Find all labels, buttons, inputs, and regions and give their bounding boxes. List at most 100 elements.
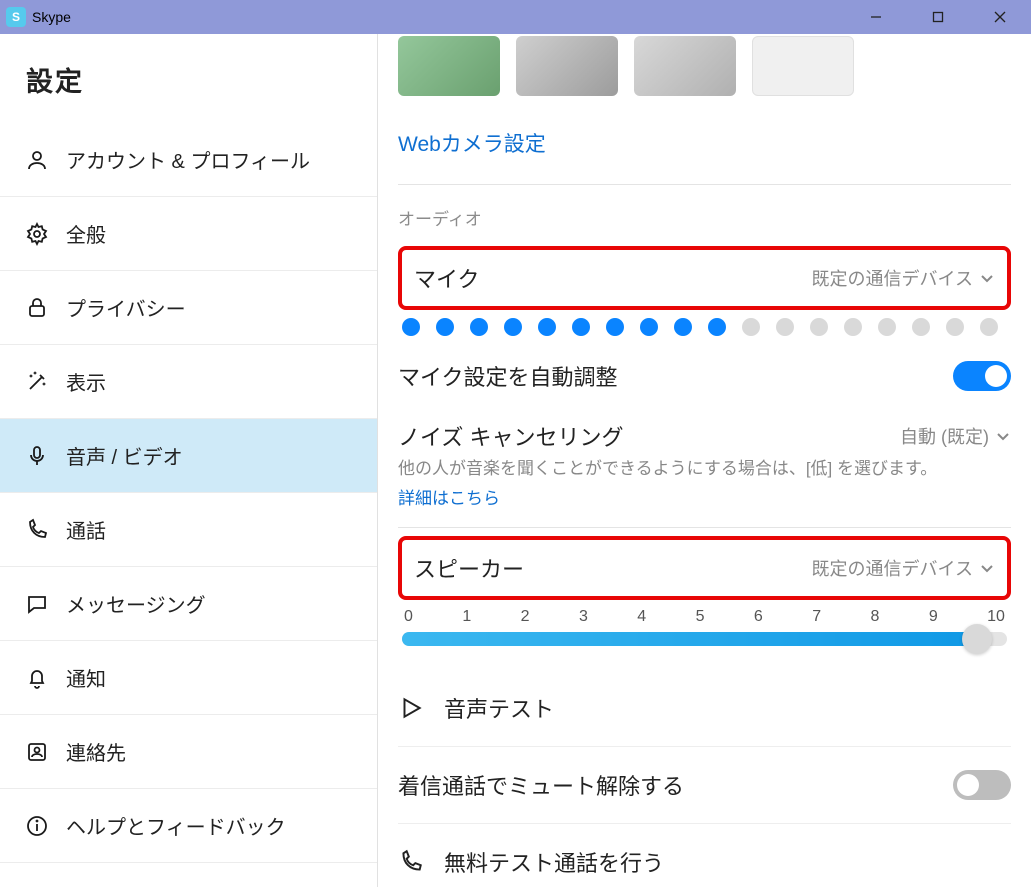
noise-cancelling-desc: 他の人が音楽を聞くことができるようにする場合は、[低] を選びます。 bbox=[398, 456, 1011, 482]
volume-tick-label: 0 bbox=[404, 608, 413, 626]
volume-tick-label: 5 bbox=[696, 608, 705, 626]
audio-test-label: 音声テスト bbox=[444, 692, 554, 724]
noise-cancelling-label: ノイズ キャンセリング bbox=[398, 420, 623, 452]
speaker-label: スピーカー bbox=[414, 552, 524, 584]
nav-help-feedback[interactable]: ヘルプとフィードバック bbox=[0, 789, 377, 863]
background-thumbnails bbox=[398, 36, 1011, 116]
mic-device-dropdown[interactable]: 既定の通信デバイス bbox=[812, 265, 995, 291]
nav-label: ヘルプとフィードバック bbox=[66, 811, 286, 840]
phone-icon bbox=[398, 849, 424, 875]
mic-label: マイク bbox=[414, 262, 480, 294]
nav-general[interactable]: 全般 bbox=[0, 197, 377, 271]
mic-level-dot bbox=[436, 318, 454, 336]
wand-icon bbox=[24, 369, 50, 395]
volume-slider-knob[interactable] bbox=[962, 624, 992, 654]
mic-level-dot bbox=[504, 318, 522, 336]
nav-label: メッセージング bbox=[66, 589, 206, 618]
content-pane: Webカメラ設定 オーディオ マイク 既定の通信デバイス bbox=[378, 34, 1031, 887]
body: 設定 アカウント & プロフィール 全般 bbox=[0, 34, 1031, 887]
volume-tick-label: 8 bbox=[871, 608, 880, 626]
noise-cancelling-dropdown[interactable]: 自動 (既定) bbox=[900, 423, 1011, 449]
app-window: S Skype 設定 アカウント & プロフィール bbox=[0, 0, 1031, 887]
volume-slider[interactable] bbox=[402, 632, 1007, 646]
volume-tick-label: 9 bbox=[929, 608, 938, 626]
bg-thumb[interactable] bbox=[398, 36, 500, 96]
chevron-down-icon bbox=[995, 428, 1011, 444]
mic-level-dot bbox=[912, 318, 930, 336]
skype-icon: S bbox=[6, 7, 26, 27]
bg-thumb[interactable] bbox=[516, 36, 618, 96]
mic-device-value: 既定の通信デバイス bbox=[812, 265, 973, 291]
sidebar: 設定 アカウント & プロフィール 全般 bbox=[0, 34, 378, 887]
speaker-device-value: 既定の通信デバイス bbox=[812, 555, 973, 581]
noise-learn-more-link[interactable]: 詳細はこちら bbox=[398, 482, 500, 527]
lock-icon bbox=[24, 295, 50, 321]
nav-list: アカウント & プロフィール 全般 プライバシー bbox=[0, 123, 377, 863]
nav-contacts[interactable]: 連絡先 bbox=[0, 715, 377, 789]
user-icon bbox=[24, 147, 50, 173]
bg-thumb[interactable] bbox=[634, 36, 736, 96]
nav-appearance[interactable]: 表示 bbox=[0, 345, 377, 419]
speaker-device-dropdown[interactable]: 既定の通信デバイス bbox=[812, 555, 995, 581]
nav-messaging[interactable]: メッセージング bbox=[0, 567, 377, 641]
nav-label: 通話 bbox=[66, 515, 106, 544]
info-icon bbox=[24, 813, 50, 839]
nav-label: 音声 / ビデオ bbox=[66, 441, 183, 470]
bg-thumb[interactable] bbox=[752, 36, 854, 96]
mic-level-dot bbox=[402, 318, 420, 336]
test-call-button[interactable]: 無料テスト通話を行う bbox=[398, 823, 1011, 887]
nav-label: アカウント & プロフィール bbox=[66, 145, 310, 174]
volume-tick-label: 4 bbox=[637, 608, 646, 626]
unmute-incoming-toggle[interactable] bbox=[953, 770, 1011, 800]
mic-selector-highlight: マイク 既定の通信デバイス bbox=[398, 246, 1011, 310]
noise-cancelling-value: 自動 (既定) bbox=[900, 423, 989, 449]
nav-label: 全般 bbox=[66, 219, 106, 248]
unmute-incoming-label: 着信通話でミュート解除する bbox=[398, 769, 684, 801]
nav-notifications[interactable]: 通知 bbox=[0, 641, 377, 715]
phone-icon bbox=[24, 517, 50, 543]
unmute-incoming-row: 着信通話でミュート解除する bbox=[398, 746, 1011, 823]
nav-label: 表示 bbox=[66, 367, 106, 396]
mic-level-dot bbox=[742, 318, 760, 336]
mic-level-dot bbox=[810, 318, 828, 336]
window-controls bbox=[845, 0, 1031, 34]
chevron-down-icon bbox=[979, 270, 995, 286]
maximize-button[interactable] bbox=[907, 0, 969, 34]
nav-account-profile[interactable]: アカウント & プロフィール bbox=[0, 123, 377, 197]
mic-level-dot bbox=[640, 318, 658, 336]
mic-level-dot bbox=[708, 318, 726, 336]
volume-scale-labels: 012345678910 bbox=[402, 608, 1007, 632]
chat-icon bbox=[24, 591, 50, 617]
mic-level-dot bbox=[470, 318, 488, 336]
speaker-selector-highlight: スピーカー 既定の通信デバイス bbox=[398, 536, 1011, 600]
divider bbox=[398, 527, 1011, 528]
nav-audio-video[interactable]: 音声 / ビデオ bbox=[0, 419, 377, 493]
microphone-icon bbox=[24, 443, 50, 469]
audio-section-label: オーディオ bbox=[398, 185, 1011, 244]
minimize-button[interactable] bbox=[845, 0, 907, 34]
nav-privacy[interactable]: プライバシー bbox=[0, 271, 377, 345]
nav-calling[interactable]: 通話 bbox=[0, 493, 377, 567]
volume-tick-label: 6 bbox=[754, 608, 763, 626]
mic-level-dot bbox=[572, 318, 590, 336]
mic-level-dot bbox=[776, 318, 794, 336]
mic-level-dot bbox=[980, 318, 998, 336]
volume-tick-label: 3 bbox=[579, 608, 588, 626]
mic-level-dot bbox=[946, 318, 964, 336]
nav-label: 通知 bbox=[66, 663, 106, 692]
webcam-settings-link[interactable]: Webカメラ設定 bbox=[398, 116, 546, 184]
chevron-down-icon bbox=[979, 560, 995, 576]
noise-cancelling-row: ノイズ キャンセリング 自動 (既定) bbox=[398, 406, 1011, 456]
close-button[interactable] bbox=[969, 0, 1031, 34]
auto-adjust-row: マイク設定を自動調整 bbox=[398, 346, 1011, 406]
mic-level-dot bbox=[844, 318, 862, 336]
nav-label: 連絡先 bbox=[66, 737, 126, 766]
mic-level-dot bbox=[878, 318, 896, 336]
volume-slider-wrap: 012345678910 bbox=[398, 602, 1011, 670]
bell-icon bbox=[24, 665, 50, 691]
volume-tick-label: 2 bbox=[521, 608, 530, 626]
mic-level-dot bbox=[538, 318, 556, 336]
volume-tick-label: 7 bbox=[812, 608, 821, 626]
auto-adjust-toggle[interactable] bbox=[953, 361, 1011, 391]
audio-test-button[interactable]: 音声テスト bbox=[398, 670, 1011, 746]
